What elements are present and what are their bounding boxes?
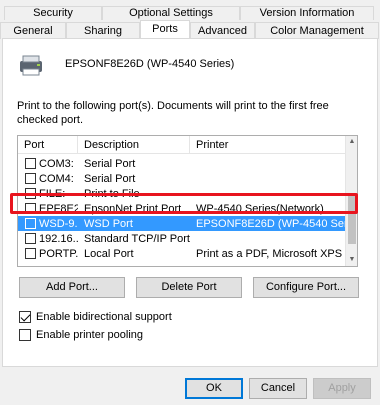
tab-row-bottom: General Sharing Ports Advanced Color Man…: [0, 20, 379, 39]
port-checkbox[interactable]: [25, 203, 36, 214]
printer-pooling-checkbox[interactable]: Enable printer pooling: [19, 329, 143, 341]
port-checkbox[interactable]: [25, 158, 36, 169]
printer-name: EPSONF8E26D (WP-4540 Series): [65, 58, 235, 70]
port-cell: FILE:: [18, 188, 78, 200]
delete-port-button[interactable]: Delete Port: [136, 277, 242, 298]
port-description: EpsonNet Print Port: [84, 202, 182, 215]
column-header-description[interactable]: Description: [78, 136, 190, 153]
port-name: PORTP...: [39, 247, 78, 260]
tab-sharing[interactable]: Sharing: [66, 22, 140, 39]
port-list[interactable]: Port Description Printer COM3: Serial Por…: [17, 135, 358, 267]
printer-icon: [20, 55, 42, 76]
port-row[interactable]: PORTP... Local Port Print as a PDF, Micros…: [18, 246, 347, 261]
apply-button[interactable]: Apply: [313, 378, 371, 399]
port-cell: EPF8E2...: [18, 203, 78, 215]
port-cell: COM3:: [18, 158, 78, 170]
port-checkbox[interactable]: [25, 173, 36, 184]
port-row[interactable]: EPF8E2... EpsonNet Print Port WP-4540 Seri…: [18, 201, 347, 216]
port-cell: COM4:: [18, 173, 78, 185]
cancel-button[interactable]: Cancel: [249, 378, 307, 399]
add-port-button[interactable]: Add Port...: [19, 277, 125, 298]
printer-pooling-label[interactable]: Enable printer pooling: [36, 329, 143, 341]
port-name: COM3:: [39, 157, 74, 170]
port-list-rows: COM3: Serial Port COM4: Serial Port FILE: Pri…: [18, 156, 347, 261]
port-description: Standard TCP/IP Port: [84, 232, 190, 245]
port-description: WSD Port: [84, 217, 133, 230]
port-instructions: Print to the following port(s). Document…: [17, 100, 329, 126]
port-description: Serial Port: [84, 157, 136, 170]
scroll-up-icon[interactable]: ▲: [346, 136, 357, 148]
tab-general[interactable]: General: [0, 22, 66, 39]
port-printer: WP-4540 Series(Network): [196, 202, 324, 215]
checkbox-box[interactable]: [19, 311, 31, 323]
port-row[interactable]: FILE: Print to File: [18, 186, 347, 201]
port-row[interactable]: 192.16... Standard TCP/IP Port: [18, 231, 347, 246]
port-name: WSD-9...: [39, 217, 78, 230]
port-description: Local Port: [84, 247, 134, 260]
port-list-scrollbar[interactable]: ▲ ▼: [345, 136, 357, 266]
tab-security[interactable]: Security: [4, 6, 102, 20]
port-printer: EPSONF8E26D (WP-4540 Series): [196, 217, 347, 230]
port-description: Print to File: [84, 187, 140, 200]
port-checkbox[interactable]: [25, 188, 36, 199]
port-description: Serial Port: [84, 172, 136, 185]
tab-advanced[interactable]: Advanced: [190, 22, 255, 39]
port-row[interactable]: COM3: Serial Port: [18, 156, 347, 171]
port-row[interactable]: WSD-9... WSD Port EPSONF8E26D (WP-4540 Ser…: [18, 216, 347, 231]
port-name: COM4:: [39, 172, 74, 185]
port-name: EPF8E2...: [39, 202, 78, 215]
column-header-printer[interactable]: Printer: [190, 136, 347, 153]
bidirectional-support-label[interactable]: Enable bidirectional support: [36, 311, 172, 323]
tab-ports[interactable]: Ports: [140, 20, 190, 38]
port-cell: WSD-9...: [18, 218, 78, 230]
port-checkbox[interactable]: [25, 248, 36, 259]
ok-button[interactable]: OK: [185, 378, 243, 399]
port-row[interactable]: COM4: Serial Port: [18, 171, 347, 186]
port-name: FILE:: [39, 187, 66, 200]
port-checkbox[interactable]: [25, 218, 36, 229]
tab-row-top: Security Optional Settings Version Infor…: [4, 6, 374, 20]
checkbox-box[interactable]: [19, 329, 31, 341]
port-checkbox[interactable]: [25, 233, 36, 244]
bidirectional-support-checkbox[interactable]: Enable bidirectional support: [19, 311, 172, 323]
port-list-header: Port Description Printer: [18, 136, 347, 154]
column-header-port[interactable]: Port: [18, 136, 78, 153]
port-cell: 192.16...: [18, 233, 78, 245]
ports-tab-panel: EPSONF8E26D (WP-4540 Series) Print to th…: [2, 38, 378, 367]
scroll-down-icon[interactable]: ▼: [346, 254, 357, 266]
tab-version-information[interactable]: Version Information: [240, 6, 374, 20]
port-printer: Print as a PDF, Microsoft XPS D...: [196, 247, 347, 260]
port-cell: PORTP...: [18, 248, 78, 260]
tab-optional-settings[interactable]: Optional Settings: [102, 6, 240, 20]
tab-color-management[interactable]: Color Management: [255, 22, 379, 39]
port-name: 192.16...: [39, 232, 78, 245]
scrollbar-thumb[interactable]: [348, 194, 356, 244]
configure-port-button[interactable]: Configure Port...: [253, 277, 359, 298]
